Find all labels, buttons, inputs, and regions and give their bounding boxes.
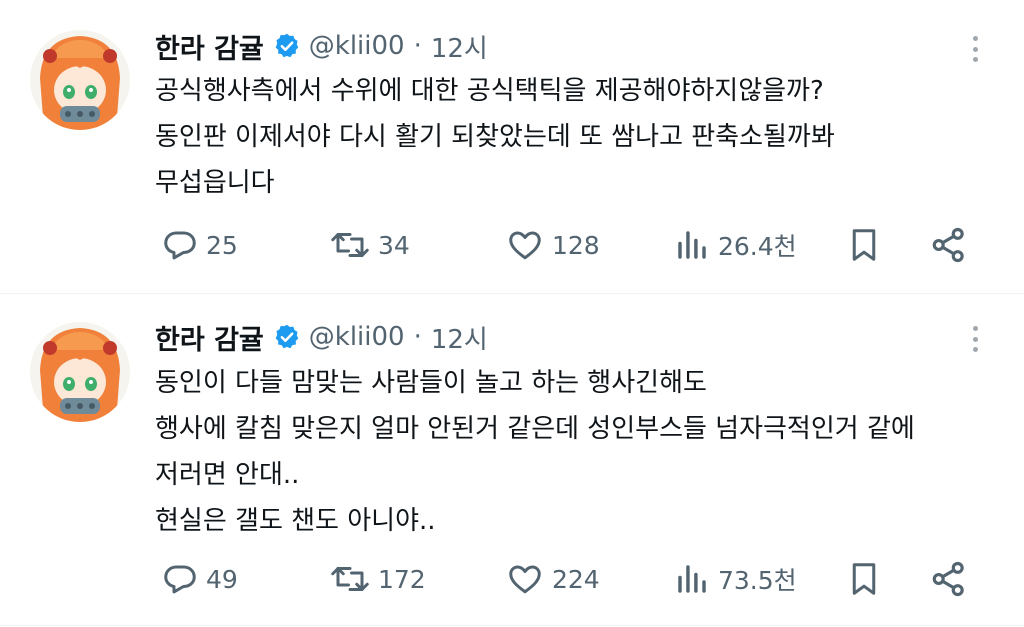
tweet-text-line: 동인이 다들 맘맞는 사람들이 놀고 하는 행사긴해도 bbox=[155, 368, 707, 398]
tweet-header: 한라 감귤 @klii00 · 12시 bbox=[155, 317, 488, 357]
share-button[interactable] bbox=[930, 559, 968, 599]
tweet-text-line: 행사에 칼침 맞은지 얼마 안된거 같은데 성인부스들 넘자극적인거 같에 bbox=[155, 414, 915, 444]
bookmark-button[interactable] bbox=[846, 559, 882, 599]
tweet-text-line: 현실은 갤도 챈도 아니야.. bbox=[155, 506, 436, 536]
author-name[interactable]: 한라 감귤 bbox=[155, 318, 264, 357]
retweet-icon bbox=[331, 233, 369, 257]
bookmark-icon bbox=[852, 229, 876, 261]
tweet-1[interactable]: 한라 감귤 @klii00 · 12시 공식행사측에서 수위에 대한 공식택틱을… bbox=[0, 0, 1024, 293]
reply-icon bbox=[164, 231, 196, 260]
verified-badge-icon bbox=[273, 323, 301, 351]
views-count: 73.5천 bbox=[718, 566, 797, 595]
share-icon bbox=[932, 227, 964, 263]
like-count: 128 bbox=[552, 230, 600, 260]
tweet-text-line: 공식행사측에서 수위에 대한 공식택틱을 제공해야하지않을까? bbox=[155, 76, 824, 106]
tweet-actions: 25 34 128 26.4천 bbox=[158, 225, 978, 265]
avatar[interactable] bbox=[30, 322, 130, 422]
share-icon bbox=[932, 561, 964, 597]
views-count: 26.4천 bbox=[718, 232, 797, 261]
like-button[interactable]: 128 bbox=[506, 225, 600, 265]
tweet-timestamp[interactable]: 12시 bbox=[431, 319, 488, 356]
views-chart-icon bbox=[678, 565, 706, 593]
retweet-icon bbox=[331, 567, 369, 591]
views-button[interactable]: 26.4천 bbox=[674, 225, 797, 265]
tweet-text: 동인이 다들 맘맞는 사람들이 놀고 하는 행사긴해도 행사에 칼침 맞은지 얼… bbox=[155, 360, 995, 544]
meta-separator: · bbox=[413, 31, 422, 61]
tweet-text-line: 무섭읍니다 bbox=[155, 168, 275, 198]
tweet-2[interactable]: 한라 감귤 @klii00 · 12시 동인이 다들 맘맞는 사람들이 놀고 하… bbox=[0, 294, 1024, 627]
author-name[interactable]: 한라 감귤 bbox=[155, 27, 264, 66]
bookmark-button[interactable] bbox=[846, 225, 882, 265]
verified-badge-icon bbox=[273, 32, 301, 60]
reply-count: 25 bbox=[206, 230, 238, 260]
author-handle[interactable]: @klii00 bbox=[309, 322, 405, 352]
reply-button[interactable]: 49 bbox=[162, 559, 238, 599]
avatar[interactable] bbox=[30, 30, 130, 130]
retweet-count: 34 bbox=[378, 230, 410, 260]
reply-count: 49 bbox=[206, 564, 238, 594]
tweet-text-line: 동인판 이제서야 다시 활기 되찾았는데 또 쌈나고 판축소될까봐 bbox=[155, 122, 835, 152]
retweet-count: 172 bbox=[378, 564, 426, 594]
heart-icon bbox=[509, 565, 541, 594]
more-options-icon[interactable] bbox=[960, 32, 990, 66]
tweet-header: 한라 감귤 @klii00 · 12시 bbox=[155, 26, 488, 66]
views-chart-icon bbox=[678, 231, 706, 259]
like-count: 224 bbox=[552, 564, 600, 594]
reply-button[interactable]: 25 bbox=[162, 225, 238, 265]
tweet-timestamp[interactable]: 12시 bbox=[431, 28, 488, 65]
heart-icon bbox=[509, 231, 541, 260]
meta-separator: · bbox=[413, 322, 422, 352]
tweet-divider bbox=[0, 625, 1024, 626]
like-button[interactable]: 224 bbox=[506, 559, 600, 599]
more-options-icon[interactable] bbox=[960, 322, 990, 356]
tweet-text: 공식행사측에서 수위에 대한 공식택틱을 제공해야하지않을까? 동인판 이제서야… bbox=[155, 68, 995, 206]
reply-icon bbox=[164, 565, 196, 594]
views-button[interactable]: 73.5천 bbox=[674, 559, 797, 599]
bookmark-icon bbox=[852, 563, 876, 595]
author-handle[interactable]: @klii00 bbox=[309, 31, 405, 61]
retweet-button[interactable]: 172 bbox=[330, 559, 426, 599]
tweet-text-line: 저러면 안대.. bbox=[155, 460, 300, 490]
retweet-button[interactable]: 34 bbox=[330, 225, 410, 265]
share-button[interactable] bbox=[930, 225, 968, 265]
tweet-actions: 49 172 224 73.5천 bbox=[158, 559, 978, 599]
